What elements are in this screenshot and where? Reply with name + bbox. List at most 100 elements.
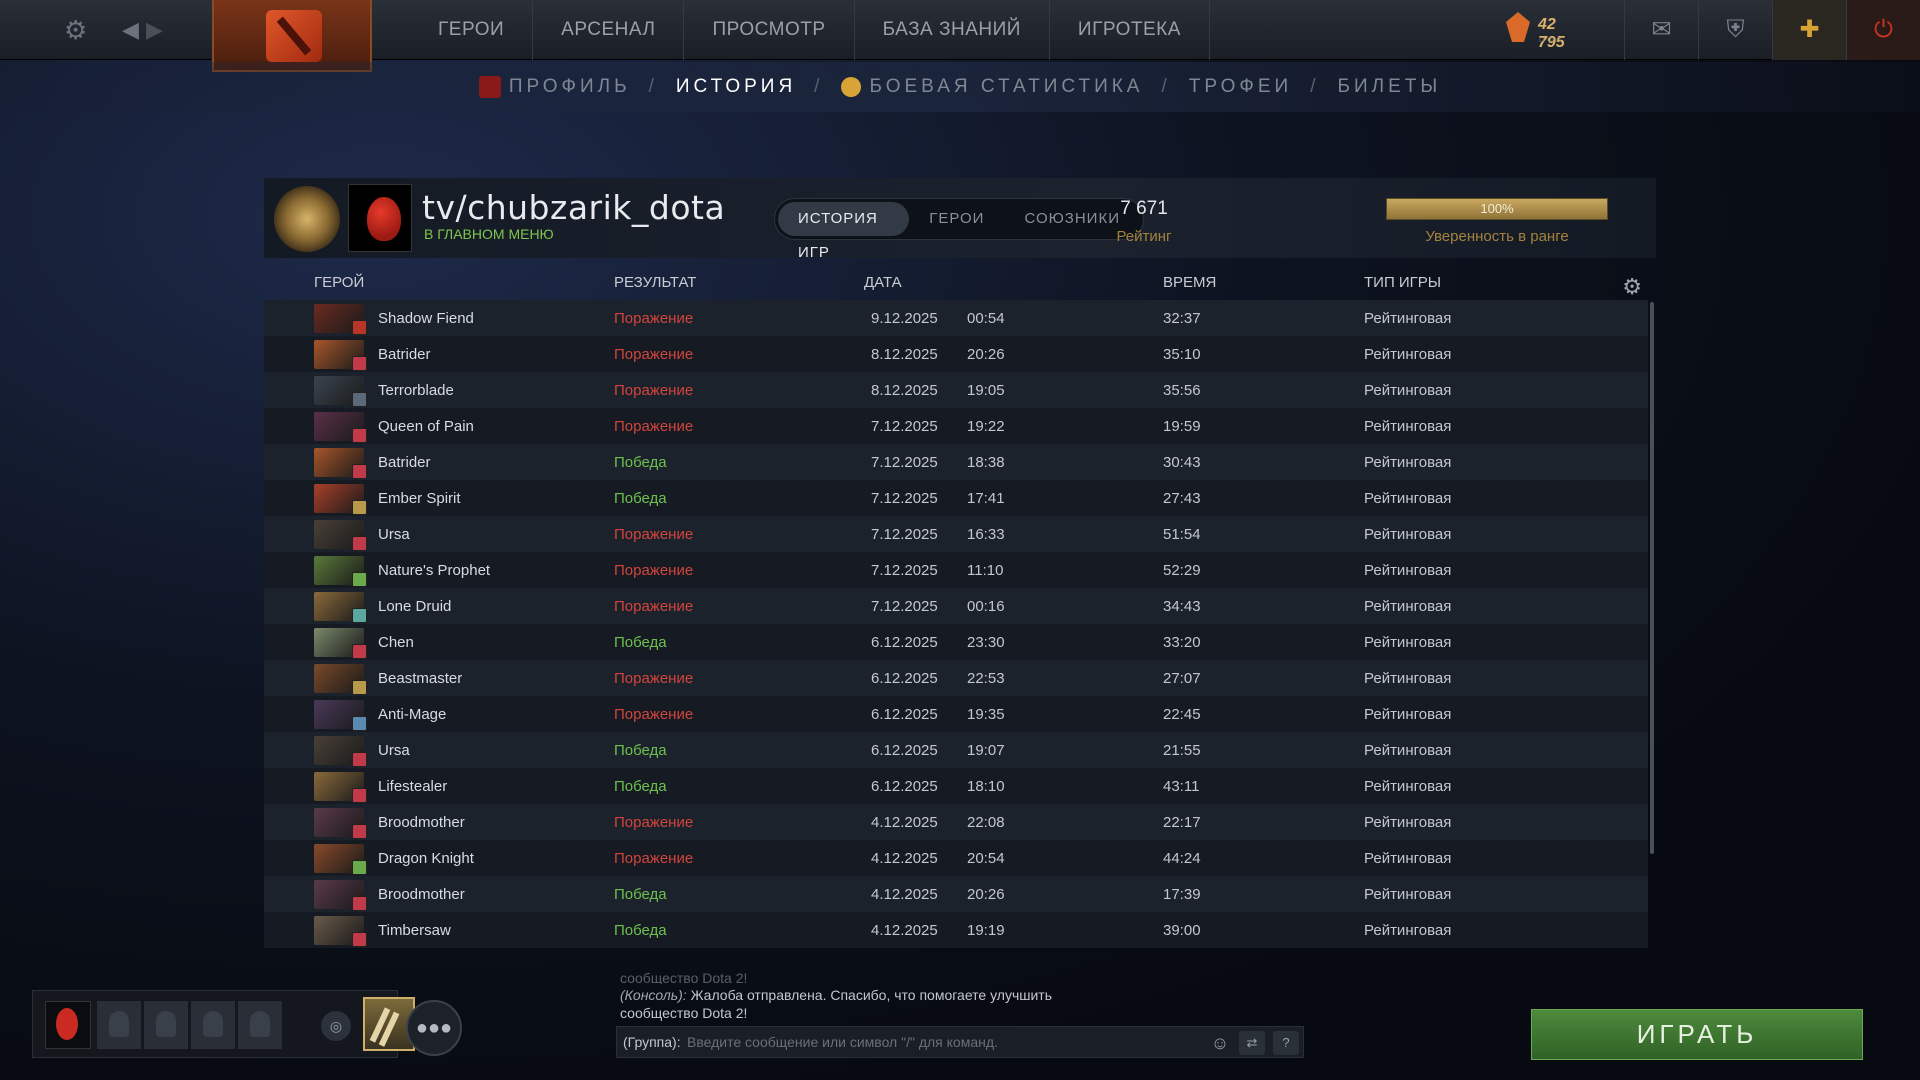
tab-match-history[interactable]: ИСТОРИЯ ИГР <box>778 202 910 261</box>
nav-armory[interactable]: АРСЕНАЛ <box>533 0 685 60</box>
dota-plus-icon[interactable]: ✚ <box>1772 0 1846 60</box>
header-hero[interactable]: ГЕРОЙ <box>314 274 364 291</box>
game-type: Рейтинговая <box>1364 418 1452 435</box>
table-row[interactable]: Ursa Победа 6.12.2025 19:07 21:55 Рейтинговая <box>264 732 1648 768</box>
header-date[interactable]: ДАТА <box>864 274 902 291</box>
armory-shield-icon[interactable]: ⛨ <box>1698 0 1772 60</box>
power-icon[interactable]: ⏻ <box>1846 0 1920 60</box>
play-button[interactable]: ИГРАТЬ <box>1531 1009 1863 1060</box>
nav-arcade[interactable]: ИГРОТЕКА <box>1050 0 1210 60</box>
party-bar: ◎ <box>32 990 415 1058</box>
scrollbar[interactable] <box>1650 302 1654 854</box>
tab-heroes[interactable]: ГЕРОИ <box>909 202 1004 236</box>
role-badge-icon <box>352 932 367 947</box>
rating-label: Рейтинг <box>1116 228 1172 245</box>
header-result[interactable]: РЕЗУЛЬТАТ <box>614 274 696 291</box>
match-result: Поражение <box>614 706 694 723</box>
hero-name: Ursa <box>378 526 410 543</box>
game-type: Рейтинговая <box>1364 922 1452 939</box>
header-game-type[interactable]: ТИП ИГРЫ <box>1364 274 1441 291</box>
nav-watch[interactable]: ПРОСМОТР <box>684 0 855 60</box>
subnav-trophies[interactable]: ТРОФЕИ <box>1189 76 1292 98</box>
table-row[interactable]: Shadow Fiend Поражение 9.12.2025 00:54 32:37… <box>264 300 1648 336</box>
table-row[interactable]: Batrider Поражение 8.12.2025 20:26 35:10 Рейт… <box>264 336 1648 372</box>
match-result: Победа <box>614 454 667 471</box>
emoji-icon[interactable]: ☺ <box>1207 1031 1233 1055</box>
subnav-stats[interactable]: БОЕВАЯ СТАТИСТИКА <box>869 76 1143 98</box>
table-row[interactable]: Ursa Поражение 7.12.2025 16:33 51:54 Рейтинго… <box>264 516 1648 552</box>
match-date: 4.12.2025 <box>871 922 938 939</box>
chat-message: (Консоль): Жалоба отправлена. Спасибо, ч… <box>620 986 1100 1022</box>
shards-currency[interactable]: 42 795 ○○○ <box>1506 12 1565 51</box>
match-time: 19:19 <box>967 922 1005 939</box>
hero-name: Timbersaw <box>378 922 451 939</box>
hero-name: Anti-Mage <box>378 706 447 723</box>
table-row[interactable]: Lifestealer Победа 6.12.2025 18:10 43:11 Рейт… <box>264 768 1648 804</box>
table-row[interactable]: Dragon Knight Поражение 4.12.2025 20:54 44:2… <box>264 840 1648 876</box>
match-result: Победа <box>614 922 667 939</box>
party-self-avatar[interactable] <box>45 1001 91 1049</box>
table-row[interactable]: Beastmaster Поражение 6.12.2025 22:53 27:07 Р… <box>264 660 1648 696</box>
header-duration[interactable]: ВРЕМЯ <box>1163 274 1216 291</box>
friends-group-icon: ●●● <box>415 1017 453 1039</box>
chat-translate-icon[interactable]: ⇄ <box>1239 1031 1265 1055</box>
match-duration: 22:45 <box>1163 706 1201 723</box>
table-row[interactable]: Anti-Mage Поражение 6.12.2025 19:35 22:45 Рей… <box>264 696 1648 732</box>
role-badge-icon <box>352 428 367 443</box>
match-date: 6.12.2025 <box>871 778 938 795</box>
match-time: 20:26 <box>967 346 1005 363</box>
table-row[interactable]: Broodmother Поражение 4.12.2025 22:08 22:17 Р… <box>264 804 1648 840</box>
mail-icon[interactable]: ✉ <box>1624 0 1698 60</box>
table-row[interactable]: Lone Druid Поражение 7.12.2025 00:16 34:43 Ре… <box>264 588 1648 624</box>
table-row[interactable]: Timbersaw Победа 4.12.2025 19:19 39:00 Рейтин… <box>264 912 1648 948</box>
avatar-rooster-icon <box>56 1008 78 1040</box>
hero-name: Broodmother <box>378 886 465 903</box>
chat-log: сообщество Dota 2! (Консоль): Жалоба отп… <box>620 972 1100 1022</box>
match-time: 22:08 <box>967 814 1005 831</box>
party-slot-empty[interactable] <box>191 1001 235 1049</box>
chat-placeholder: Введите сообщение или символ "/" для ком… <box>687 1034 998 1050</box>
match-time: 17:41 <box>967 490 1005 507</box>
party-slot-empty[interactable] <box>238 1001 282 1049</box>
match-duration: 27:43 <box>1163 490 1201 507</box>
game-type: Рейтинговая <box>1364 886 1452 903</box>
match-date: 8.12.2025 <box>871 346 938 363</box>
table-row[interactable]: Chen Победа 6.12.2025 23:30 33:20 Рейтинговая <box>264 624 1648 660</box>
subnav-history[interactable]: ИСТОРИЯ <box>676 76 796 98</box>
table-row[interactable]: Broodmother Победа 4.12.2025 20:26 17:39 Рейт… <box>264 876 1648 912</box>
forward-arrow-icon[interactable]: ▶ <box>146 0 163 60</box>
nav-heroes[interactable]: ГЕРОИ <box>410 0 534 60</box>
table-row[interactable]: Ember Spirit Победа 7.12.2025 17:41 27:43 Рей… <box>264 480 1648 516</box>
game-type: Рейтинговая <box>1364 742 1452 759</box>
match-date: 9.12.2025 <box>871 310 938 327</box>
match-duration: 17:39 <box>1163 886 1201 903</box>
nav-learn[interactable]: БАЗА ЗНАНИЙ <box>855 0 1050 60</box>
table-settings-gear-icon[interactable]: ⚙ <box>1622 274 1642 300</box>
match-time: 23:30 <box>967 634 1005 651</box>
settings-gear-icon[interactable]: ⚙ <box>64 0 87 60</box>
table-row[interactable]: Terrorblade Поражение 8.12.2025 19:05 35:56 Р… <box>264 372 1648 408</box>
back-arrow-icon[interactable]: ◀ <box>122 0 139 60</box>
game-type: Рейтинговая <box>1364 850 1452 867</box>
role-badge-icon <box>352 320 367 335</box>
table-row[interactable]: Nature's Prophet Поражение 7.12.2025 11:10 5… <box>264 552 1648 588</box>
chat-input[interactable]: (Группа): Введите сообщение или символ "… <box>616 1026 1304 1058</box>
voice-headset-icon[interactable]: ◎ <box>321 1011 351 1041</box>
match-duration: 21:55 <box>1163 742 1201 759</box>
rank-medal-icon[interactable] <box>274 186 340 252</box>
party-slot-empty[interactable] <box>144 1001 188 1049</box>
chat-channel-prefix[interactable]: (Группа): <box>623 1034 681 1050</box>
avatar[interactable] <box>348 184 412 252</box>
match-date: 4.12.2025 <box>871 886 938 903</box>
table-row[interactable]: Batrider Победа 7.12.2025 18:38 30:43 Рейтинг… <box>264 444 1648 480</box>
subnav-profile[interactable]: ПРОФИЛЬ <box>509 76 631 98</box>
friends-button[interactable]: ●●● <box>406 1000 462 1056</box>
subnav-tickets[interactable]: БИЛЕТЫ <box>1337 76 1441 98</box>
match-time: 19:22 <box>967 418 1005 435</box>
chat-help-button[interactable]: ? <box>1273 1031 1299 1055</box>
party-slot-empty[interactable] <box>97 1001 141 1049</box>
match-time: 00:16 <box>967 598 1005 615</box>
table-row[interactable]: Queen of Pain Поражение 7.12.2025 19:22 19:5… <box>264 408 1648 444</box>
dota-logo-icon <box>266 10 322 62</box>
match-duration: 35:56 <box>1163 382 1201 399</box>
